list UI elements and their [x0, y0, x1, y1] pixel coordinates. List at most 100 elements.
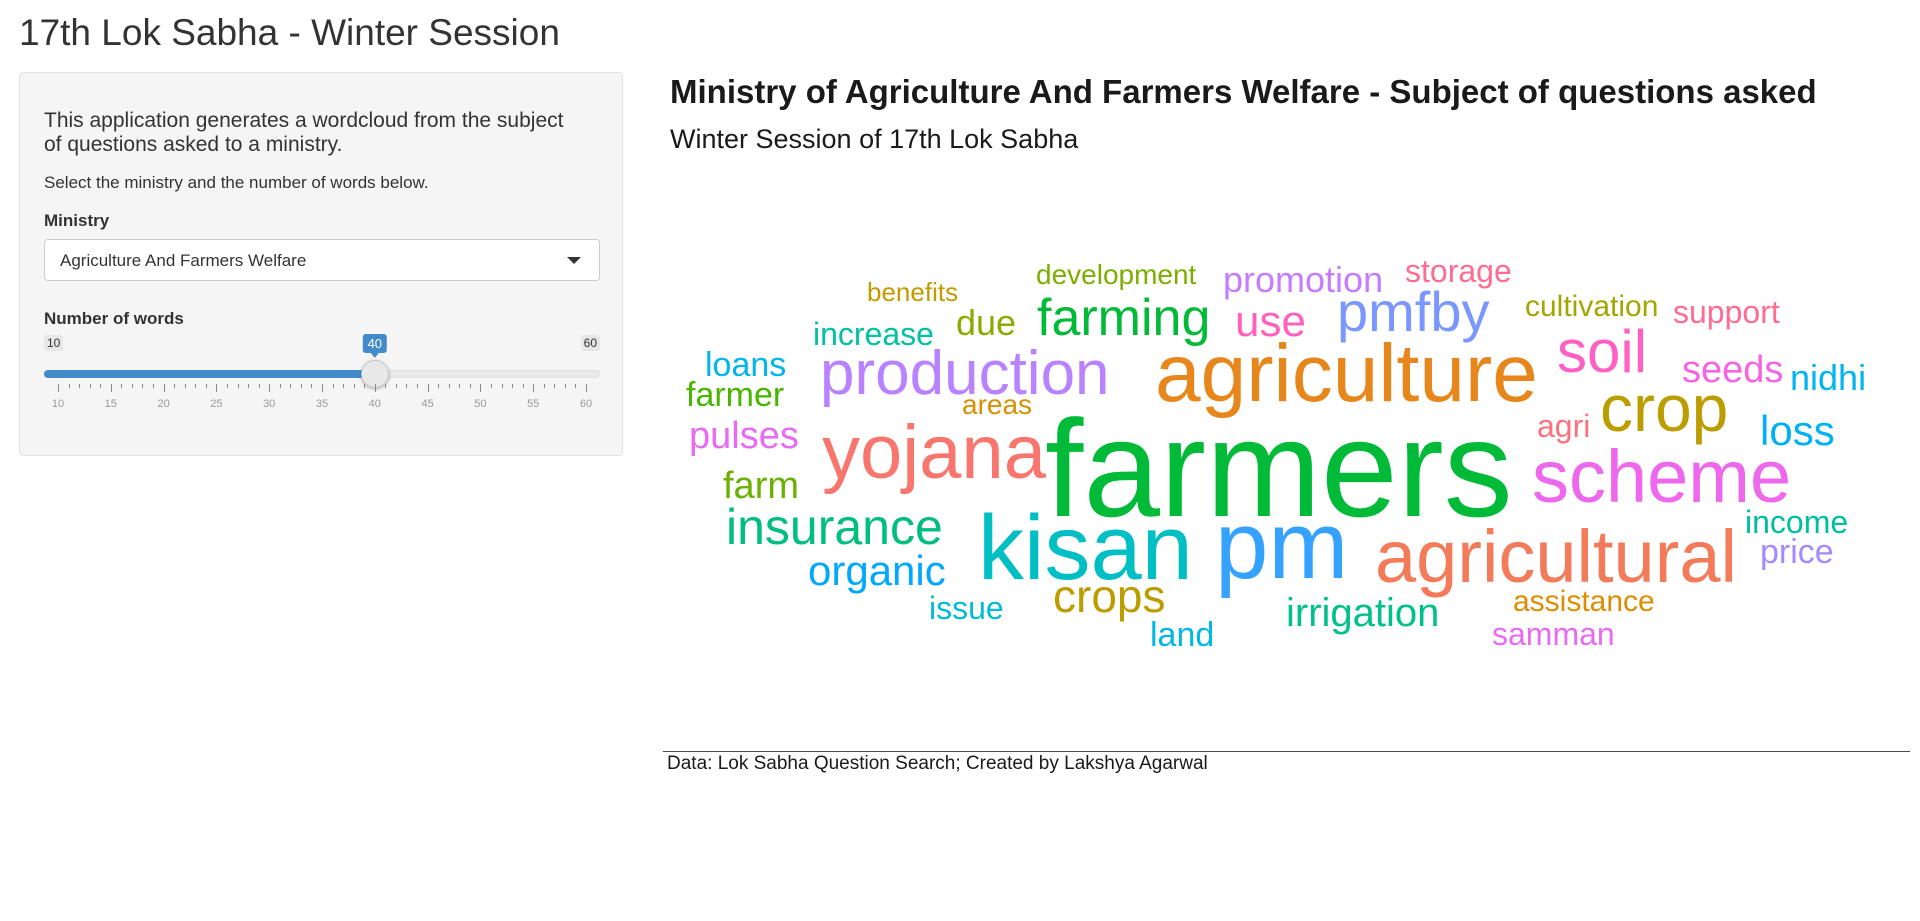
slider-minor-tick — [406, 384, 408, 388]
slider-minor-tick — [258, 384, 260, 388]
word-loss: loss — [1760, 407, 1835, 454]
word-land: land — [1150, 616, 1215, 654]
slider-minor-tick — [195, 384, 197, 388]
slider-tick — [110, 384, 112, 392]
slider-minor-tick — [79, 384, 81, 388]
slider-minor-tick — [184, 384, 186, 388]
slider-minor-tick — [290, 384, 292, 388]
slider-minor-tick — [501, 384, 503, 388]
slider-minor-tick — [564, 384, 566, 388]
slider-tick — [533, 384, 535, 392]
word-loans: loans — [705, 346, 787, 384]
slider-minor-tick — [417, 384, 419, 388]
word-cultivation: cultivation — [1525, 290, 1659, 323]
slider-tick-label: 35 — [315, 398, 329, 410]
word-organic: organic — [808, 547, 946, 594]
slider-tick — [374, 384, 376, 392]
slider-minor-tick — [448, 384, 450, 388]
slider-minor-tick — [490, 384, 492, 388]
word-increase: increase — [813, 316, 934, 352]
ministry-select[interactable]: Agriculture And Farmers Welfare — [44, 239, 600, 281]
slider-tick — [58, 384, 59, 392]
word-pulses: pulses — [689, 415, 799, 457]
slider-tick — [269, 384, 271, 392]
word-use: use — [1235, 297, 1306, 346]
slider-min-label: 10 — [44, 335, 64, 351]
word-soil: soil — [1557, 318, 1648, 385]
slider-tick — [322, 384, 323, 392]
slider-minor-tick — [364, 384, 366, 388]
words-label: Number of words — [44, 309, 184, 328]
slider-tick-label: 30 — [263, 398, 276, 410]
slider-minor-tick — [131, 384, 133, 388]
slider-minor-tick — [332, 384, 334, 388]
number-of-words-slider[interactable]: 10 60 40 10 15 20 25 30 35 40 45 50 55 60 — [44, 334, 600, 415]
slider-minor-tick — [343, 384, 345, 388]
word-seeds: seeds — [1682, 349, 1784, 391]
slider-tick-label: 45 — [421, 398, 434, 410]
slider-minor-tick — [459, 384, 461, 388]
word-crops: crops — [1053, 570, 1166, 622]
word-benefits: benefits — [867, 277, 959, 307]
slider-minor-tick — [89, 384, 91, 388]
word-support: support — [1673, 294, 1780, 330]
slider-tick — [427, 384, 429, 392]
plot-subtitle: Winter Session of 17th Lok Sabha — [670, 124, 1079, 154]
plot-title: Ministry of Agriculture And Farmers Welf… — [670, 73, 1817, 110]
app-title: 17th Lok Sabha - Winter Session — [19, 12, 560, 53]
app-description: This application generates a wordcloud f… — [44, 109, 564, 156]
slider-minor-tick — [226, 384, 228, 388]
slider-max-label: 60 — [580, 335, 600, 351]
ministry-label: Ministry — [44, 211, 110, 230]
slider-minor-tick — [68, 384, 70, 388]
slider-minor-tick — [512, 384, 514, 388]
word-pm: pm — [1215, 492, 1349, 599]
slider-minor-tick — [522, 384, 524, 388]
slider-minor-tick — [543, 384, 545, 388]
word-agricultural: agricultural — [1375, 515, 1737, 598]
slider-tick — [216, 384, 218, 392]
word-nidhi: nidhi — [1790, 357, 1867, 398]
slider-minor-tick — [438, 384, 440, 388]
plot-caption: Data: Lok Sabha Question Search; Created… — [667, 753, 1208, 774]
slider-tick-label: 60 — [579, 398, 593, 410]
word-development: development — [1036, 259, 1197, 290]
slider-tick-label: 20 — [157, 398, 170, 410]
ministry-selected-value: Agriculture And Farmers Welfare — [60, 251, 307, 270]
word-due: due — [956, 302, 1017, 343]
word-agriculture: agriculture — [1155, 328, 1538, 419]
slider-tick-label: 15 — [104, 398, 117, 410]
slider-minor-tick — [100, 384, 102, 388]
slider-minor-tick — [237, 384, 239, 388]
slider-minor-tick — [385, 384, 387, 388]
chevron-down-icon[interactable] — [567, 257, 581, 264]
word-assistance: assistance — [1513, 585, 1655, 618]
word-agri: agri — [1537, 408, 1591, 444]
slider-minor-tick — [153, 384, 155, 388]
slider-minor-tick — [469, 384, 471, 388]
word-insurance: insurance — [726, 499, 943, 555]
slider-tick-label: 40 — [368, 398, 381, 410]
slider-tick — [480, 384, 482, 392]
word-storage: storage — [1405, 253, 1512, 289]
slider-minor-tick — [554, 384, 556, 388]
slider-minor-tick — [395, 384, 397, 388]
slider-tick-label: 25 — [210, 398, 223, 410]
slider-minor-tick — [279, 384, 281, 388]
slider-tick-label: 50 — [474, 398, 487, 410]
word-cloud: farmers pm kisan agriculture agricultural sch… — [670, 240, 1920, 680]
slider-minor-tick — [142, 384, 144, 388]
slider-minor-tick — [353, 384, 355, 388]
sidebar-panel: This application generates a wordcloud f… — [19, 72, 623, 456]
slider-tick — [163, 384, 165, 392]
slider-tick-label: 10 — [51, 398, 65, 410]
slider-minor-tick — [300, 384, 302, 388]
word-areas: areas — [962, 389, 1033, 420]
slider-minor-tick — [575, 384, 577, 388]
word-farm: farm — [723, 465, 799, 507]
slider-tick — [586, 384, 587, 392]
word-promotion: promotion — [1223, 259, 1384, 300]
slider-fill — [44, 370, 375, 378]
word-samman: samman — [1492, 616, 1615, 652]
slider-minor-tick — [205, 384, 207, 388]
